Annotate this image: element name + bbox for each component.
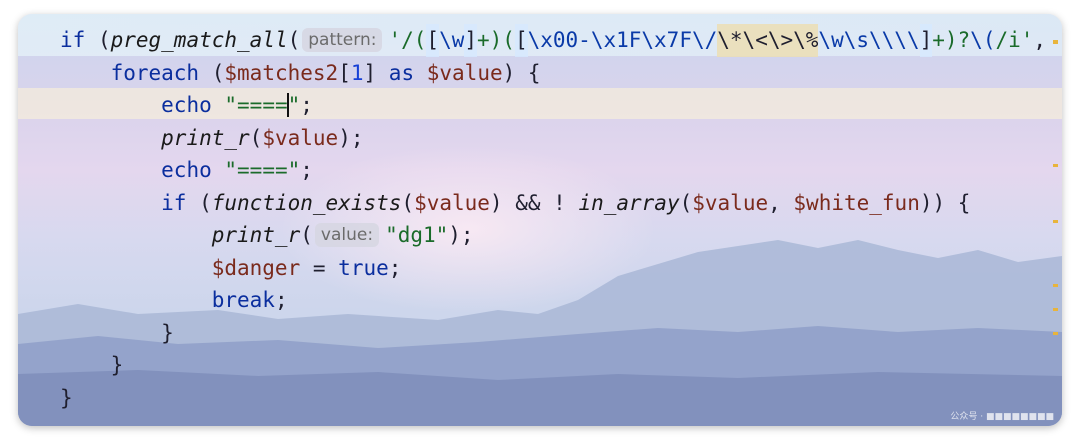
keyword-token: if xyxy=(161,190,187,215)
string-token: " xyxy=(287,93,301,117)
code-line[interactable]: $danger = true; xyxy=(60,252,1046,285)
variable-token: $value xyxy=(414,190,490,215)
regex-token: \w xyxy=(439,28,465,52)
string-token: +)( xyxy=(477,28,515,52)
code-line[interactable]: break; xyxy=(60,284,1046,317)
code-line[interactable]: } xyxy=(60,349,1046,382)
code-text: ( xyxy=(300,223,313,247)
code-line[interactable]: print_r(value: "dg1"); xyxy=(60,219,1046,252)
keyword-token: break xyxy=(211,288,275,312)
scroll-marker xyxy=(1053,40,1058,44)
regex-highlight-token: \*\<\>\% xyxy=(717,24,819,57)
code-text: = xyxy=(300,255,339,280)
scroll-marker xyxy=(1053,308,1058,311)
keyword-token: true xyxy=(338,255,389,280)
function-token: in_array xyxy=(578,190,680,215)
string-token: "====" xyxy=(224,158,301,182)
function-token: print_r xyxy=(211,223,301,247)
string-token: +)? xyxy=(932,28,971,52)
code-text: ; xyxy=(300,93,313,117)
function-token: function_exists xyxy=(211,190,402,215)
regex-bracket-token: ] xyxy=(919,24,933,57)
code-text: ; xyxy=(300,158,313,182)
code-text: ( xyxy=(186,190,212,215)
code-line[interactable]: } xyxy=(60,382,1046,415)
code-text: [ xyxy=(338,60,351,85)
code-line[interactable]: echo "===="; xyxy=(60,89,1046,122)
scroll-marker xyxy=(1053,164,1058,167)
code-text: } xyxy=(60,320,174,345)
parameter-hint: pattern: xyxy=(302,28,383,53)
scroll-marker xyxy=(1053,332,1058,335)
code-line[interactable]: echo "===="; xyxy=(60,154,1046,187)
code-text: ] xyxy=(363,60,389,85)
keyword-token: echo xyxy=(161,93,212,117)
variable-token: $danger xyxy=(211,255,301,280)
scroll-marker xyxy=(1053,220,1058,223)
code-line[interactable]: foreach ($matches2[1] as $value) { xyxy=(60,57,1046,90)
code-editor-window: if (preg_match_all(pattern: '/([\w] +)([\x… xyxy=(18,14,1062,426)
keyword-token: if xyxy=(60,28,86,52)
parameter-hint: value: xyxy=(314,223,380,248)
regex-bracket-token: [ xyxy=(514,24,528,57)
code-text: , xyxy=(768,190,794,215)
variable-token: $matches2 xyxy=(224,60,339,85)
code-text: , xyxy=(1033,28,1047,52)
code-text: ; xyxy=(274,288,288,312)
string-token: /i' xyxy=(995,28,1034,52)
keyword-token: echo xyxy=(161,158,212,182)
variable-token: $value xyxy=(262,125,339,150)
regex-bracket-token: ] xyxy=(464,24,478,57)
number-token: 1 xyxy=(350,60,364,85)
regex-token: \w\s\\\\ xyxy=(818,28,920,52)
code-line[interactable]: if (preg_match_all(pattern: '/([\w] +)([\x… xyxy=(60,24,1046,57)
string-token: "dg1" xyxy=(385,223,449,247)
code-line[interactable]: print_r($value); xyxy=(60,122,1046,155)
function-token: preg_match_all xyxy=(110,28,288,52)
code-text: ) { xyxy=(502,60,541,85)
code-text: } xyxy=(60,353,124,377)
code-text: ( xyxy=(249,125,263,150)
variable-token: $white_fun xyxy=(793,190,920,215)
variable-token: $value xyxy=(426,60,503,85)
code-area[interactable]: if (preg_match_all(pattern: '/([\w] +)([\x… xyxy=(60,24,1046,414)
code-text: )) { xyxy=(919,190,971,215)
code-text: ( xyxy=(679,190,693,215)
keyword-token: as xyxy=(388,60,415,85)
code-text: ( xyxy=(199,60,225,85)
code-line[interactable]: if (function_exists($value) && ! in_arra… xyxy=(60,187,1046,220)
code-text: ); xyxy=(448,223,474,247)
watermark: 公众号 · ■■■■■■■■ xyxy=(950,412,1054,422)
regex-token: \x00-\x1F\x7F\/ xyxy=(527,28,718,52)
code-text: ); xyxy=(338,125,364,150)
code-text: } xyxy=(60,385,73,410)
regex-bracket-token: [ xyxy=(426,24,440,57)
string-token: "==== xyxy=(224,93,288,117)
regex-token: \( xyxy=(970,28,996,52)
code-line[interactable]: } xyxy=(60,317,1046,350)
code-text: ( xyxy=(287,28,301,52)
variable-token: $value xyxy=(692,190,769,215)
code-text: ) && ! xyxy=(489,190,579,215)
code-text: ( xyxy=(85,28,111,52)
function-token: print_r xyxy=(161,125,250,150)
scroll-marker xyxy=(1053,284,1058,287)
code-text: ; xyxy=(388,255,402,280)
string-token: '/( xyxy=(388,28,427,52)
keyword-token: foreach xyxy=(110,60,200,85)
code-text: ( xyxy=(401,190,415,215)
